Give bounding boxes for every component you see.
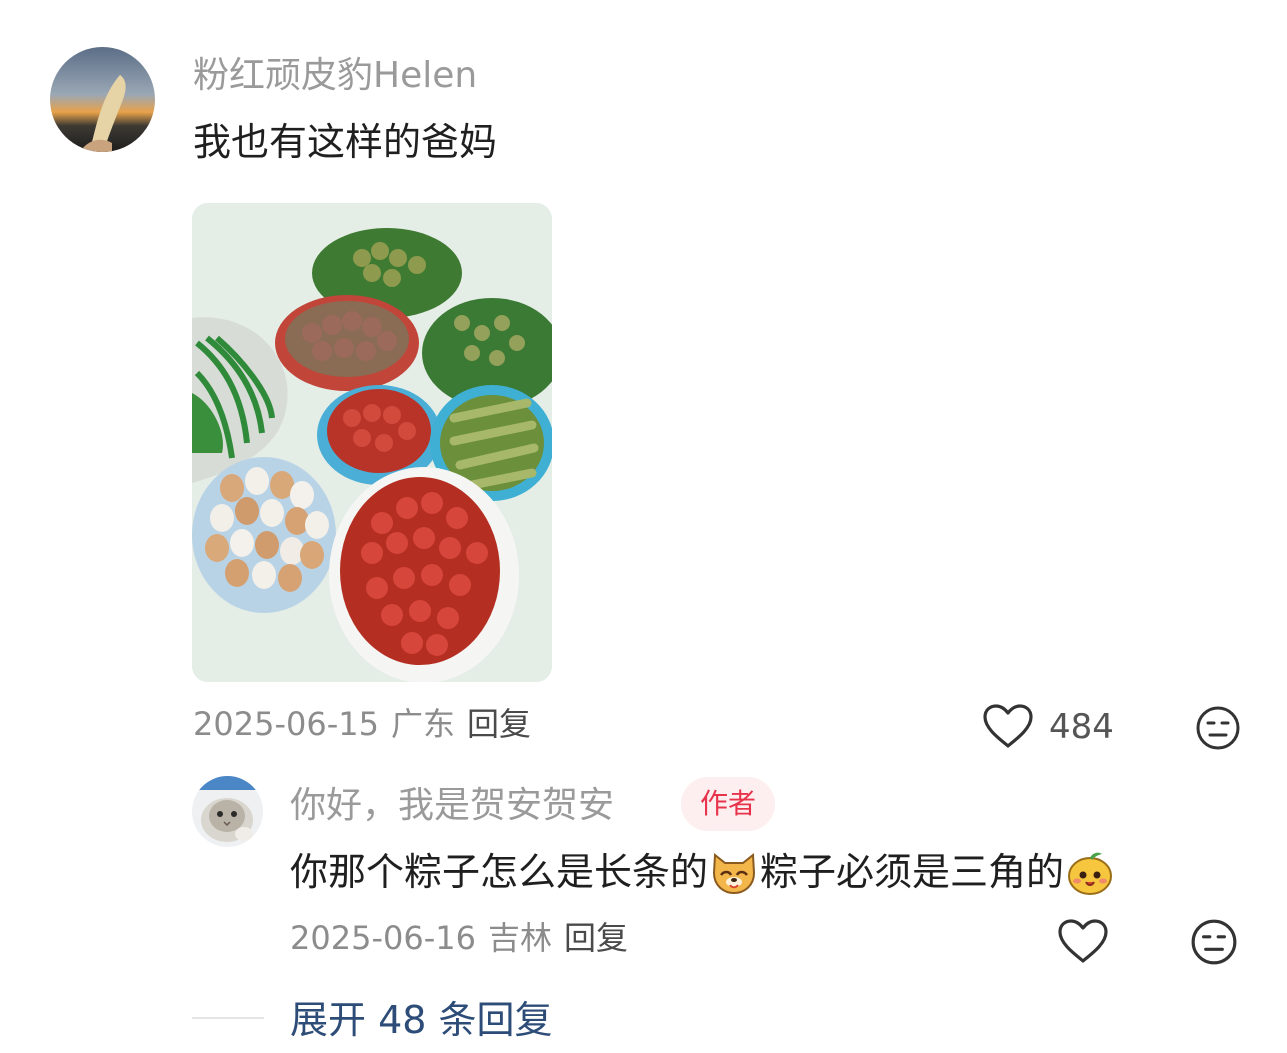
heart-icon (983, 704, 1033, 748)
expand-divider (192, 1017, 264, 1019)
avatar[interactable] (50, 47, 155, 152)
reply-username[interactable]: 你好，我是贺安贺安 (290, 782, 614, 830)
reply-reply-button[interactable]: 回复 (564, 919, 628, 957)
comment-like-button[interactable] (982, 703, 1034, 753)
meh-face-icon (1196, 706, 1240, 750)
comment-reply-button[interactable]: 回复 (467, 705, 531, 743)
reply-text: 你那个粽子怎么是长条的 粽子必须是三角的 (290, 848, 1116, 896)
comment-username[interactable]: 粉红顽皮豹Helen (193, 52, 477, 100)
cat-avatar-image (192, 776, 263, 847)
comment-date: 2025-06-15 (193, 705, 379, 743)
comment-location: 广东 (390, 705, 455, 743)
comment-photo[interactable] (192, 203, 552, 682)
avatar-image (50, 47, 155, 152)
produce-photo (192, 203, 552, 682)
expand-replies-button[interactable]: 展开 48 条回复 (290, 996, 553, 1044)
comment-like-count: 484 (1049, 707, 1114, 747)
fruit-face-emoji-icon (1068, 852, 1113, 895)
reply-meta: 2025-06-16 吉林 回复 (290, 918, 640, 958)
reply-dislike-button[interactable] (1190, 918, 1238, 970)
meh-face-icon (1191, 919, 1237, 965)
dog-face-emoji-icon (713, 853, 756, 895)
reply-text-part2: 粽子必须是三角的 (760, 850, 1065, 894)
reply-avatar[interactable] (192, 776, 263, 847)
heart-icon (1058, 919, 1108, 963)
comment-meta: 2025-06-15 广东 回复 (193, 704, 543, 744)
author-badge: 作者 (681, 777, 775, 831)
reply-text-part1: 你那个粽子怎么是长条的 (290, 850, 709, 894)
reply-location: 吉林 (487, 919, 552, 957)
comment-dislike-button[interactable] (1195, 705, 1241, 755)
reply-date: 2025-06-16 (290, 919, 476, 957)
comment-text: 我也有这样的爸妈 (193, 120, 498, 164)
reply-like-button[interactable] (1057, 918, 1109, 968)
